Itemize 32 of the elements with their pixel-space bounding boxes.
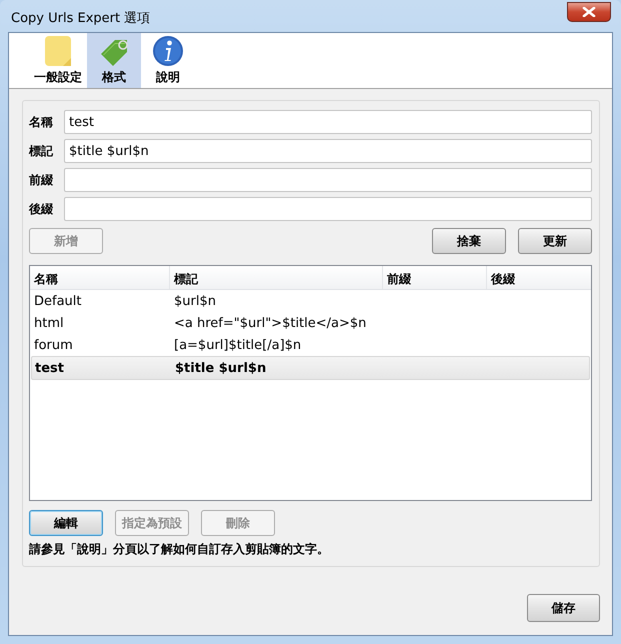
table-cell-text: test [34,360,65,376]
table-cell-text: $title $url$n [174,360,268,376]
table-cell-text: $url$n [173,294,217,308]
toolbar-tab[interactable]: 說明 [141,33,195,88]
field-label: 名稱 [29,114,54,130]
field-label: 後綴 [29,200,54,218]
close-button[interactable] [567,2,611,22]
column-header[interactable]: 前綴 [383,266,487,289]
window-title: Copy Urls Expert 選項 [11,10,150,27]
table-cell-text: Default [33,294,82,308]
column-header[interactable]: 後綴 [487,266,591,289]
table-cell-text: html [33,316,65,330]
field-label: 前綴 [29,172,54,188]
button[interactable]: 儲存 [527,594,600,622]
hint-text: 請參見「說明」分頁以了解如何自訂存入剪貼簿的文字。 [29,541,330,558]
table-cell-text: forum [33,338,74,352]
toolbar-tab[interactable]: 一般設定 [29,33,87,88]
table-cell-text: [a=$url]$title[/a]$n [173,338,302,352]
input-field[interactable] [64,197,592,221]
input-field[interactable] [64,168,592,192]
toolbar-tab[interactable]: 格式 [87,33,141,88]
column-header[interactable]: 名稱 [30,266,170,289]
button[interactable]: 更新 [518,228,592,254]
field-label: 標記 [29,142,54,160]
close-icon [582,7,596,17]
input-field[interactable]: test [64,110,592,134]
button[interactable]: 編輯 [29,510,103,536]
column-header[interactable]: 標記 [170,266,383,289]
input-field[interactable]: $title $url$n [64,139,592,163]
selected-row[interactable]: test $title $url$n [31,356,590,380]
table-cell-text: <a href="$url">$title</a>$n [173,316,368,330]
button[interactable]: 捨棄 [432,228,506,254]
